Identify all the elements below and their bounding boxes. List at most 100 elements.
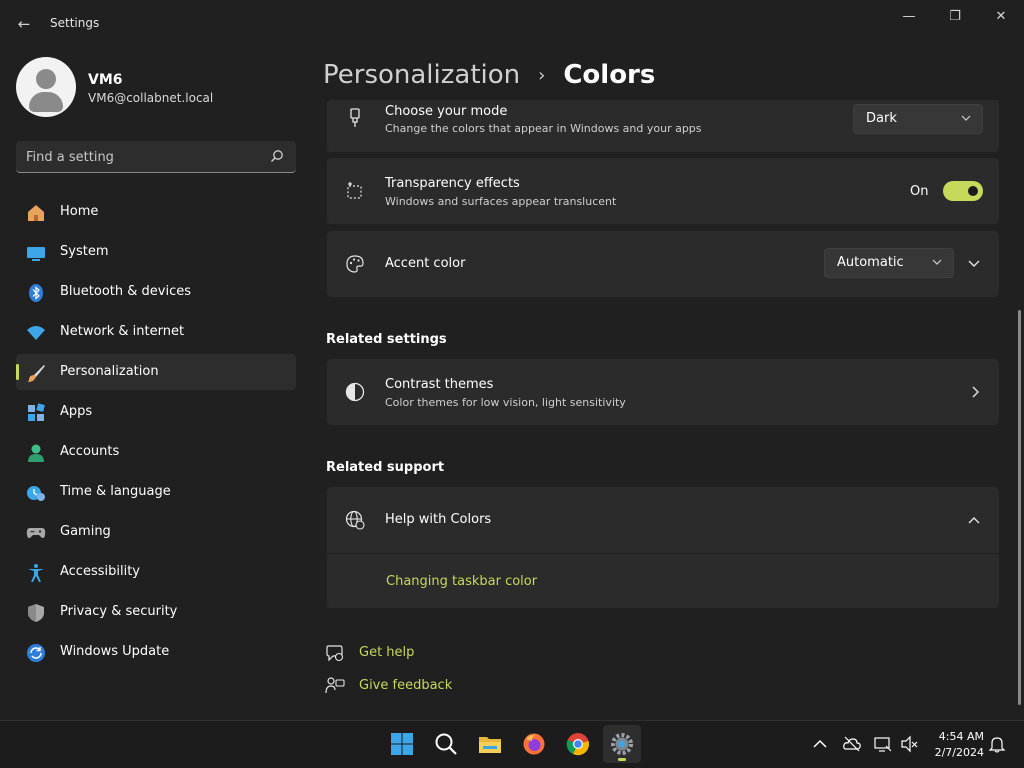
onedrive-offline-icon[interactable] bbox=[843, 735, 861, 753]
expand-chevron-icon[interactable] bbox=[967, 257, 981, 271]
chevron-right-icon bbox=[972, 386, 979, 398]
brush-icon bbox=[28, 365, 45, 382]
sidebar-item-label: Windows Update bbox=[60, 644, 170, 659]
bluetooth-icon bbox=[29, 284, 43, 302]
close-button[interactable]: ✕ bbox=[989, 8, 1013, 26]
breadcrumb: Personalization › Colors bbox=[323, 57, 655, 93]
notification-bell-icon[interactable] bbox=[988, 735, 1006, 753]
home-icon bbox=[28, 205, 44, 221]
accent-color-dropdown[interactable]: Automatic bbox=[824, 248, 954, 278]
page-title: Colors bbox=[563, 60, 656, 90]
paintbrush-icon bbox=[350, 108, 360, 127]
sidebar-item-apps[interactable]: Apps bbox=[16, 394, 296, 430]
scrollbar-thumb[interactable] bbox=[1018, 310, 1021, 705]
system-icon bbox=[27, 247, 45, 261]
changing-taskbar-color-link[interactable]: Changing taskbar color bbox=[386, 574, 537, 589]
mode-dropdown-value: Dark bbox=[866, 111, 897, 126]
sidebar-item-label: Privacy & security bbox=[60, 604, 178, 619]
globe-help-icon bbox=[345, 510, 365, 530]
help-expanded-panel: Changing taskbar color bbox=[327, 554, 999, 608]
taskbar-start-button[interactable] bbox=[383, 725, 421, 763]
taskbar-chrome[interactable] bbox=[559, 725, 597, 763]
sidebar-item-label: System bbox=[60, 244, 109, 259]
sidebar-item-label: Gaming bbox=[60, 524, 111, 539]
wifi-icon bbox=[27, 326, 45, 340]
clock-date: 2/7/2024 bbox=[934, 746, 984, 759]
sidebar-item-privacy[interactable]: Privacy & security bbox=[16, 594, 296, 630]
apps-icon bbox=[28, 403, 45, 421]
feedback-icon bbox=[325, 677, 345, 694]
give-feedback-link[interactable]: Give feedback bbox=[359, 678, 452, 693]
taskbar-file-explorer[interactable] bbox=[471, 725, 509, 763]
choose-mode-title: Choose your mode bbox=[385, 104, 508, 119]
chevron-up-icon[interactable] bbox=[811, 735, 829, 753]
transparency-toggle[interactable] bbox=[943, 181, 983, 201]
taskbar-firefox[interactable] bbox=[515, 725, 553, 763]
search-input[interactable] bbox=[26, 147, 266, 167]
contrast-themes-subtitle: Color themes for low vision, light sensi… bbox=[385, 396, 626, 409]
sidebar-item-gaming[interactable]: Gaming bbox=[16, 514, 296, 550]
active-app-indicator bbox=[618, 758, 626, 761]
taskbar-clock[interactable]: 4:54 AM 2/7/2024 bbox=[924, 729, 984, 761]
contrast-themes-title: Contrast themes bbox=[385, 377, 494, 392]
sidebar-item-label: Personalization bbox=[60, 364, 159, 379]
sidebar-item-label: Time & language bbox=[60, 484, 171, 499]
search-icon[interactable] bbox=[270, 149, 284, 163]
app-title: Settings bbox=[50, 16, 100, 30]
sidebar-item-accessibility[interactable]: Accessibility bbox=[16, 554, 296, 590]
transparency-title: Transparency effects bbox=[385, 176, 520, 191]
file-explorer-icon bbox=[479, 737, 501, 753]
volume-muted-icon[interactable] bbox=[900, 735, 918, 753]
chevron-up-icon[interactable] bbox=[967, 513, 981, 527]
breadcrumb-separator-icon: › bbox=[538, 64, 546, 86]
chevron-down-icon bbox=[961, 115, 971, 121]
taskbar: 4:54 AM 2/7/2024 bbox=[0, 720, 1024, 768]
avatar bbox=[16, 57, 76, 117]
related-support-heading: Related support bbox=[326, 460, 445, 475]
contrast-icon bbox=[345, 382, 365, 402]
contrast-themes-card[interactable]: Contrast themes Color themes for low vis… bbox=[327, 359, 999, 425]
sidebar-item-windows-update[interactable]: Windows Update bbox=[16, 634, 296, 670]
accent-color-card[interactable]: Accent color Automatic bbox=[327, 231, 999, 297]
settings-icon bbox=[611, 733, 633, 755]
accessibility-icon bbox=[28, 564, 44, 582]
sidebar-item-home[interactable]: Home bbox=[16, 194, 296, 230]
gaming-icon bbox=[26, 528, 46, 539]
close-icon: ✕ bbox=[995, 9, 1007, 24]
sidebar-item-label: Apps bbox=[60, 404, 93, 419]
restore-icon: ❐ bbox=[949, 9, 961, 24]
sidebar-item-label: Network & internet bbox=[60, 324, 185, 339]
sidebar-item-label: Accessibility bbox=[60, 564, 140, 579]
mode-dropdown[interactable]: Dark bbox=[853, 104, 983, 134]
minimize-icon: — bbox=[902, 9, 916, 24]
chrome-icon bbox=[566, 733, 589, 756]
sidebar-item-network[interactable]: Network & internet bbox=[16, 314, 296, 350]
sidebar-item-label: Bluetooth & devices bbox=[60, 284, 191, 299]
sidebar-item-accounts[interactable]: Accounts bbox=[16, 434, 296, 470]
accent-dropdown-value: Automatic bbox=[837, 255, 904, 270]
transparency-state-label: On bbox=[910, 184, 929, 199]
profile-name: VM6 bbox=[88, 72, 123, 88]
help-with-colors-card[interactable]: Help with Colors bbox=[327, 487, 999, 553]
transparency-subtitle: Windows and surfaces appear translucent bbox=[385, 195, 617, 208]
related-settings-heading: Related settings bbox=[326, 332, 447, 347]
taskbar-search-button[interactable] bbox=[427, 725, 465, 763]
search-box[interactable] bbox=[16, 141, 296, 173]
sidebar-item-bluetooth[interactable]: Bluetooth & devices bbox=[16, 274, 296, 310]
back-button[interactable]: ← bbox=[14, 14, 34, 34]
minimize-button[interactable]: — bbox=[897, 8, 921, 26]
get-help-link[interactable]: Get help bbox=[359, 645, 414, 660]
choose-mode-subtitle: Change the colors that appear in Windows… bbox=[385, 122, 702, 135]
sidebar-item-time-language[interactable]: Time & language bbox=[16, 474, 296, 510]
network-icon[interactable] bbox=[874, 735, 892, 753]
profile-email: VM6@collabnet.local bbox=[88, 91, 214, 105]
sidebar-item-system[interactable]: System bbox=[16, 234, 296, 270]
sidebar-nav: Home System Bluetooth & devices Network … bbox=[16, 194, 296, 674]
taskbar-settings[interactable] bbox=[603, 725, 641, 763]
shield-icon bbox=[28, 604, 44, 622]
sidebar-item-personalization[interactable]: Personalization bbox=[16, 354, 296, 390]
user-profile[interactable]: VM6 VM6@collabnet.local bbox=[16, 57, 296, 117]
maximize-button[interactable]: ❐ bbox=[943, 8, 967, 26]
choose-mode-card: Choose your mode Change the colors that … bbox=[327, 100, 999, 152]
breadcrumb-parent[interactable]: Personalization bbox=[323, 60, 520, 90]
